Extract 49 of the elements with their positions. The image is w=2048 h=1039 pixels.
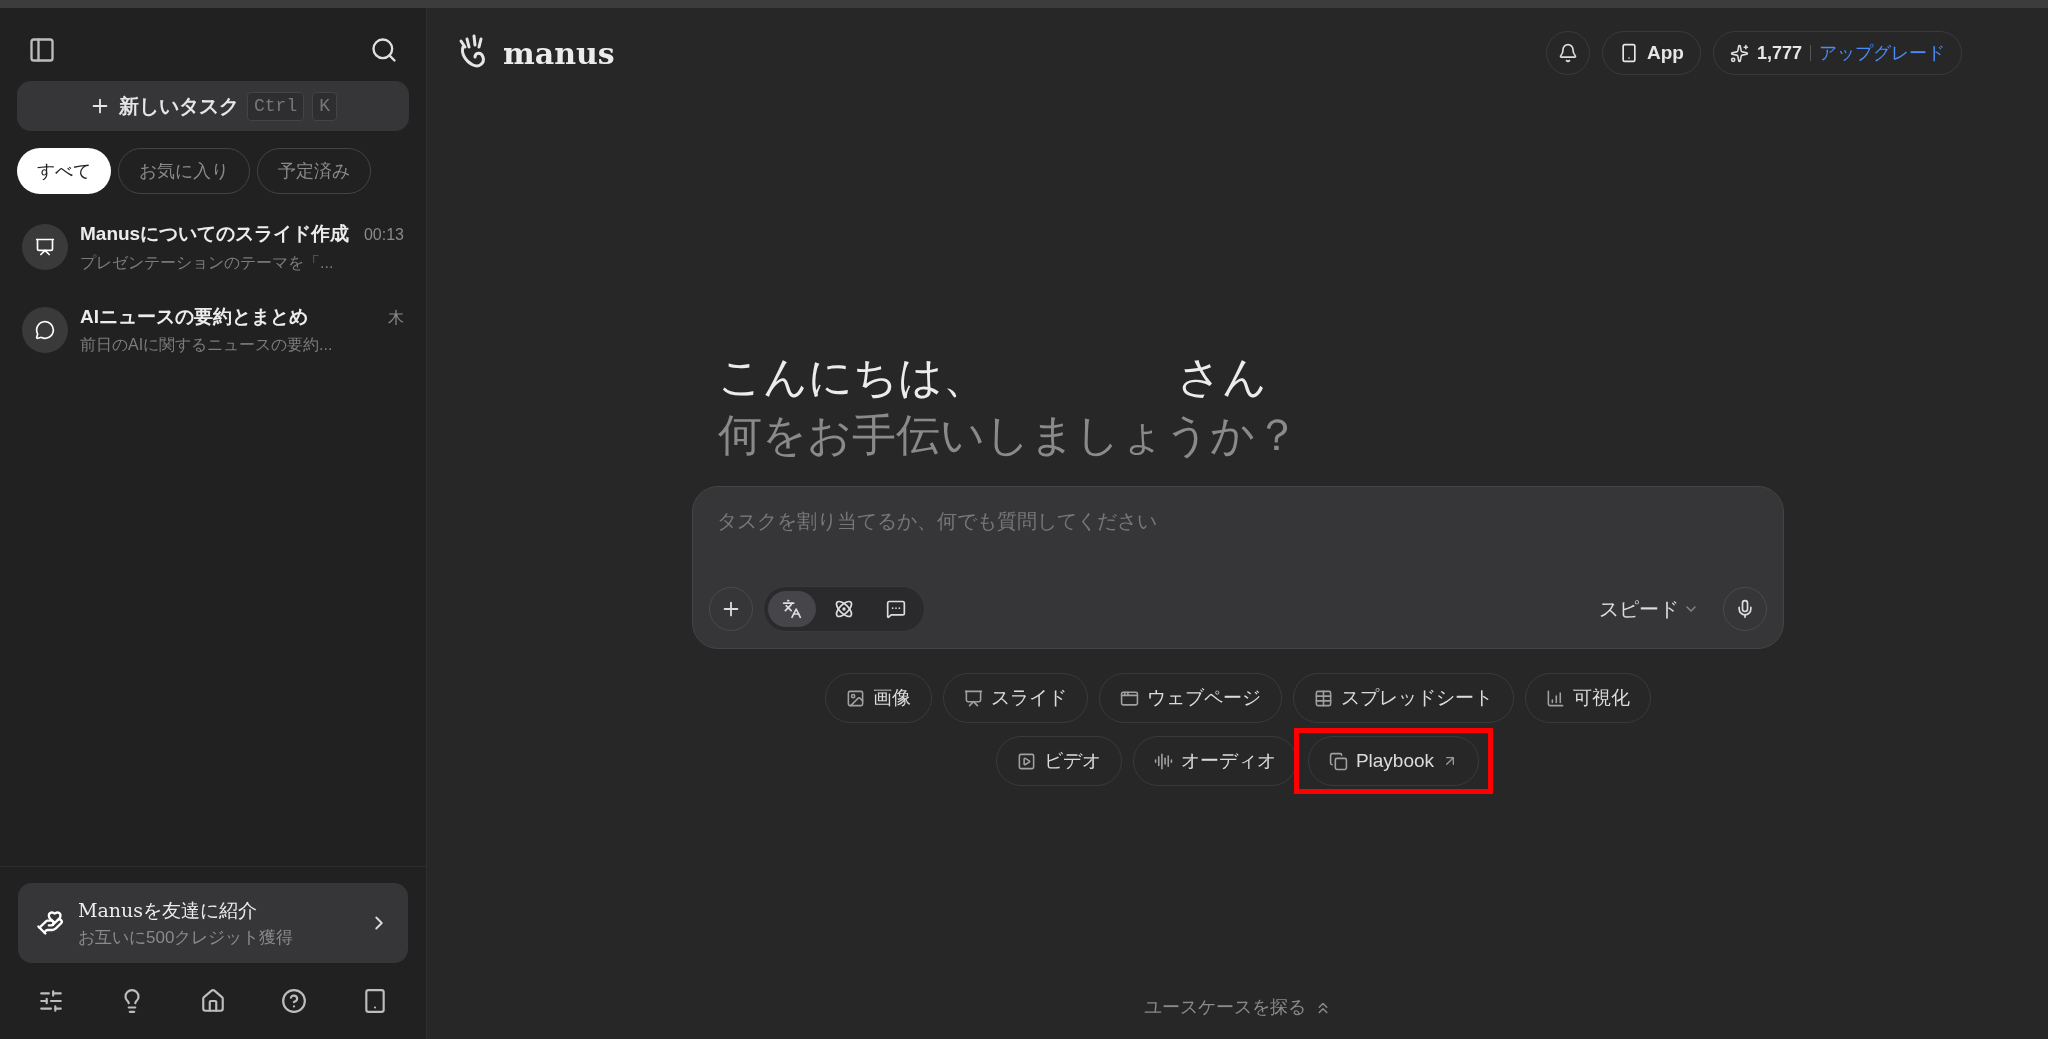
chat-icon xyxy=(885,599,906,619)
help-icon[interactable] xyxy=(281,988,307,1014)
hand-heart-icon xyxy=(36,909,64,937)
table-icon xyxy=(1313,688,1333,708)
phone-icon xyxy=(1619,43,1639,63)
shortcut-key: Ctrl xyxy=(247,91,305,121)
task-time: 00:13 xyxy=(363,225,404,245)
task-title: AIニュースの要約とまとめ xyxy=(80,304,308,329)
task-preview: プレゼンテーションのテーマを「... xyxy=(80,252,335,273)
filter-tab[interactable]: すべて xyxy=(17,148,111,194)
task-item[interactable]: AIニュースの要約とまとめ 木 前日のAIに関するニュースの要約... xyxy=(0,302,426,357)
task-title: Manusについてのスライド作成 xyxy=(80,222,350,246)
referral-title: Manusを友達に紹介 xyxy=(78,898,258,923)
sidebar-toggle-icon[interactable] xyxy=(28,36,56,64)
tablet-icon[interactable] xyxy=(362,988,388,1014)
bell-icon xyxy=(1558,43,1578,63)
explore-use-cases-link[interactable]: ユースケースを探る xyxy=(1143,994,1332,1021)
task-input[interactable]: タスクを割り当てるか、何でも質問してください xyxy=(708,505,1767,537)
referral-subtitle: お互いに500クレジット獲得 xyxy=(78,926,295,949)
slides-icon xyxy=(963,688,983,708)
copy-icon xyxy=(1328,751,1348,771)
search-icon[interactable] xyxy=(370,36,398,64)
logo-text: manus xyxy=(503,34,615,73)
new-task-button[interactable]: 新しいタスク Ctrl K xyxy=(17,81,409,131)
shortcut-key: K xyxy=(312,91,337,121)
audio-wave-icon xyxy=(1153,751,1173,771)
mode-button[interactable] xyxy=(767,591,816,627)
translate-icon xyxy=(781,599,802,619)
presentation-icon xyxy=(35,237,55,258)
speed-dropdown[interactable]: スピード xyxy=(1598,594,1699,624)
bar-chart-icon xyxy=(1545,688,1565,708)
image-icon xyxy=(845,688,865,708)
greeting-suffix: さん xyxy=(1176,350,1267,404)
play-icon xyxy=(1016,751,1036,771)
task-time: 木 xyxy=(388,307,404,328)
sparkle-icon xyxy=(1729,43,1749,63)
upgrade-link[interactable]: アップグレード xyxy=(1819,39,1945,67)
settings-icon[interactable] xyxy=(38,988,64,1014)
browser-window-icon xyxy=(1119,688,1139,708)
credit-count: 1,777 xyxy=(1756,41,1802,65)
greeting-text: こんにちは、 xyxy=(717,350,987,404)
new-task-label: 新しいタスク xyxy=(119,94,239,119)
referral-card[interactable]: Manusを友達に紹介 お互いに500クレジット獲得 xyxy=(18,883,408,963)
atom-icon xyxy=(833,599,854,619)
home-icon[interactable] xyxy=(200,988,226,1014)
greeting-question: 何をお手伝いしましょうか？ xyxy=(717,408,1300,462)
task-preview: 前日のAIに関するニュースの要約... xyxy=(80,335,334,355)
chat-bubble-icon xyxy=(35,319,55,340)
task-item[interactable]: Manusについてのスライド作成 00:13 プレゼンテーションのテーマを「... xyxy=(0,220,426,275)
